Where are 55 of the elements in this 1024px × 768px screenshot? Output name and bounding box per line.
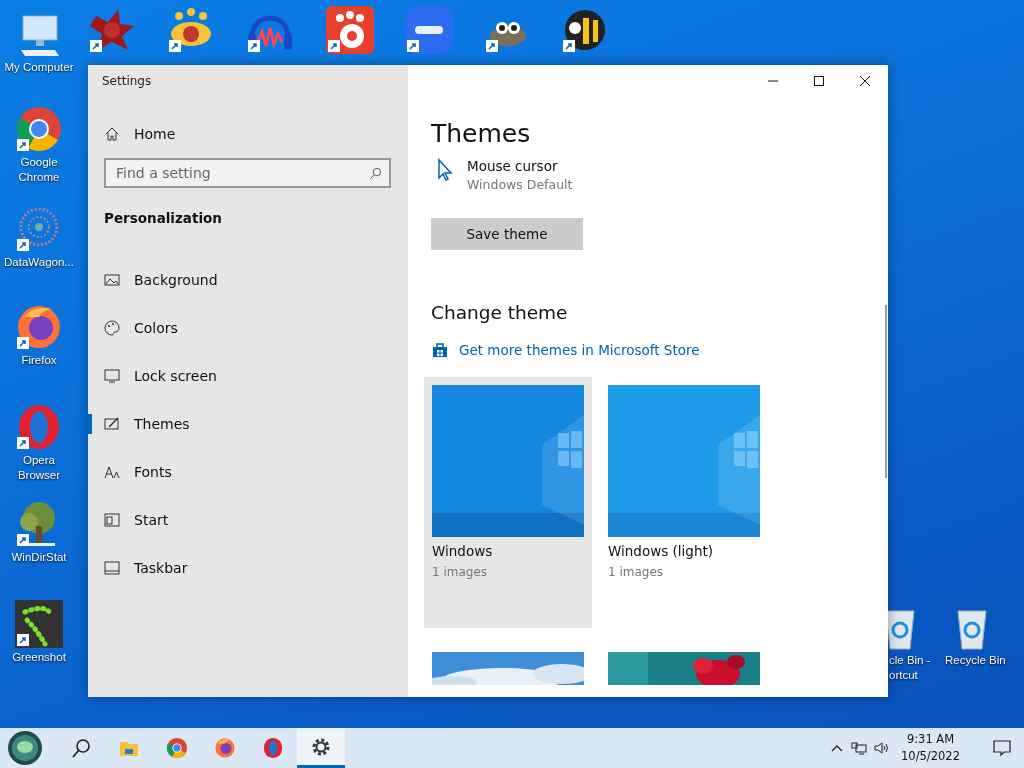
- network-icon[interactable]: [851, 740, 868, 756]
- nav-item[interactable]: Taskbar: [88, 544, 408, 592]
- page-title: Themes: [431, 119, 531, 148]
- nav-item[interactable]: Themes: [88, 400, 408, 448]
- screen-icon: [104, 368, 120, 384]
- shortcut-icon[interactable]: [15, 600, 63, 648]
- icon-label[interactable]: DataWagon...: [4, 255, 74, 270]
- store-icon: [431, 341, 449, 359]
- nav-item[interactable]: Lock screen: [88, 352, 408, 400]
- home-link[interactable]: Home: [134, 126, 176, 142]
- nav-item[interactable]: Background: [88, 256, 408, 304]
- store-link[interactable]: Get more themes in Microsoft Store: [459, 342, 700, 358]
- font-icon: [104, 464, 120, 480]
- setting-name[interactable]: Mouse cursor: [467, 158, 573, 174]
- icon-label[interactable]: Recycle Bin: [945, 653, 1015, 668]
- pointer-icon: [437, 158, 453, 182]
- section-heading: Change theme: [431, 302, 568, 323]
- save-theme-button[interactable]: Save theme: [431, 218, 583, 250]
- maximize-icon: [813, 75, 825, 87]
- nav-item[interactable]: Fonts: [88, 448, 408, 496]
- nav-item[interactable]: Colors: [88, 304, 408, 352]
- search-icon: [70, 737, 92, 759]
- start-icon: [104, 512, 120, 528]
- brush-icon: [104, 416, 120, 432]
- taskbar-app-button[interactable]: [297, 728, 345, 768]
- icon-label[interactable]: cle Bin - ortcut: [889, 653, 939, 683]
- volume-icon[interactable]: [873, 740, 890, 756]
- search-field[interactable]: Find a setting: [104, 158, 391, 188]
- app-icon: [262, 737, 284, 759]
- nav-item[interactable]: Start: [88, 496, 408, 544]
- speech-bubble-icon: [992, 738, 1012, 758]
- home-icon: [104, 126, 120, 142]
- close-icon: [859, 75, 871, 87]
- taskbar-icon: [104, 560, 120, 576]
- theme-tile[interactable]: Windows 1 images: [424, 377, 592, 628]
- palette-icon: [104, 320, 120, 336]
- icon-label[interactable]: My Computer: [4, 60, 74, 75]
- section-heading: Personalization: [104, 210, 222, 226]
- theme-tile[interactable]: Windows (light) 1 images: [600, 377, 768, 628]
- app-icon: [214, 737, 236, 759]
- scrollbar[interactable]: [885, 305, 887, 478]
- setting-value: Windows Default: [467, 177, 573, 192]
- icon-label[interactable]: Greenshot: [12, 650, 66, 665]
- icon-label[interactable]: Google Chrome: [1, 155, 77, 185]
- icon-label[interactable]: Opera Browser: [1, 453, 77, 483]
- icon-label[interactable]: Firefox: [21, 353, 57, 368]
- clock-time[interactable]: 9:31 AM: [906, 731, 955, 748]
- picture-icon: [104, 272, 120, 288]
- start-button[interactable]: [7, 730, 43, 766]
- window-title: Settings: [102, 74, 152, 88]
- search-icon: [369, 167, 382, 180]
- icon-label[interactable]: WinDirStat: [11, 550, 67, 565]
- clock-date[interactable]: 10/5/2022: [901, 748, 960, 765]
- shortcut-icon[interactable]: [15, 303, 63, 351]
- app-icon: [166, 737, 188, 759]
